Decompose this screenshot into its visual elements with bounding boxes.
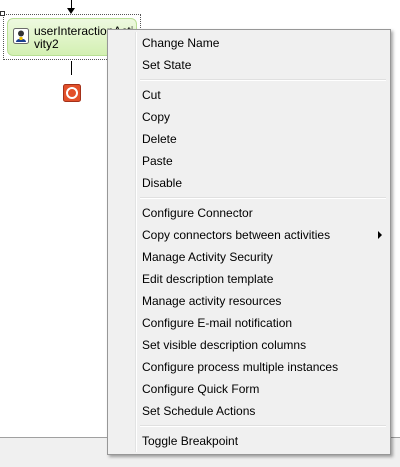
menu-item-toggle-breakpoint[interactable]: Toggle Breakpoint [110,430,388,452]
menu-item-copy[interactable]: Copy [110,106,388,128]
menu-item-configure-process-multiple-instances[interactable]: Configure process multiple instances [110,356,388,378]
menu-item-label: Manage Activity Security [142,250,273,264]
menu-item-label: Change Name [142,36,220,50]
menu-item-label: Configure Connector [142,206,253,220]
menu-separator [110,194,388,202]
menu-item-set-schedule-actions[interactable]: Set Schedule Actions [110,400,388,422]
menu-item-label: Manage activity resources [142,294,282,308]
menu-item-configure-connector[interactable]: Configure Connector [110,202,388,224]
menu-item-label: Cut [142,88,161,102]
submenu-arrow-icon [378,231,382,239]
menu-item-label: Edit description template [142,272,274,286]
menu-item-change-name[interactable]: Change Name [110,32,388,54]
menu-item-list: Change Name Set State Cut Copy Delete Paste Di… [110,32,388,452]
process-canvas[interactable]: userInteractionActivity2 Change Name Set … [0,0,400,467]
menu-item-cut[interactable]: Cut [110,84,388,106]
menu-item-set-state[interactable]: Set State [110,54,388,76]
menu-item-paste[interactable]: Paste [110,150,388,172]
menu-item-label: Copy [142,110,171,124]
menu-item-label: Set Schedule Actions [142,404,256,418]
menu-separator [110,76,388,84]
menu-item-label: Delete [142,132,177,146]
menu-item-label: Configure E-mail notification [142,316,293,330]
menu-item-label: Toggle Breakpoint [142,434,239,448]
menu-item-label: Disable [142,176,183,190]
outgoing-connector-line [71,61,72,75]
menu-item-configure-e-mail-notification[interactable]: Configure E-mail notification [110,312,388,334]
menu-item-label: Configure Quick Form [142,382,260,396]
context-menu: Change Name Set State Cut Copy Delete Paste Di… [107,29,391,455]
menu-item-delete[interactable]: Delete [110,128,388,150]
menu-item-label: Paste [142,154,173,168]
menu-item-label: Set visible description columns [142,338,307,352]
menu-item-copy-connectors-between-activities[interactable]: Copy connectors between activities [110,224,388,246]
menu-separator [110,422,388,430]
incoming-connector-line [71,0,72,8]
menu-item-manage-activity-resources[interactable]: Manage activity resources [110,290,388,312]
stop-icon[interactable] [63,84,81,102]
menu-item-edit-description-template[interactable]: Edit description template [110,268,388,290]
menu-item-label: Configure process multiple instances [142,360,339,374]
selection-handle[interactable] [0,11,5,16]
menu-item-label: Set State [142,58,192,72]
menu-item-label: Copy connectors between activities [142,228,331,242]
menu-item-configure-quick-form[interactable]: Configure Quick Form [110,378,388,400]
menu-item-set-visible-description-columns[interactable]: Set visible description columns [110,334,388,356]
menu-item-manage-activity-security[interactable]: Manage Activity Security [110,246,388,268]
user-task-icon [13,28,29,44]
menu-item-disable[interactable]: Disable [110,172,388,194]
